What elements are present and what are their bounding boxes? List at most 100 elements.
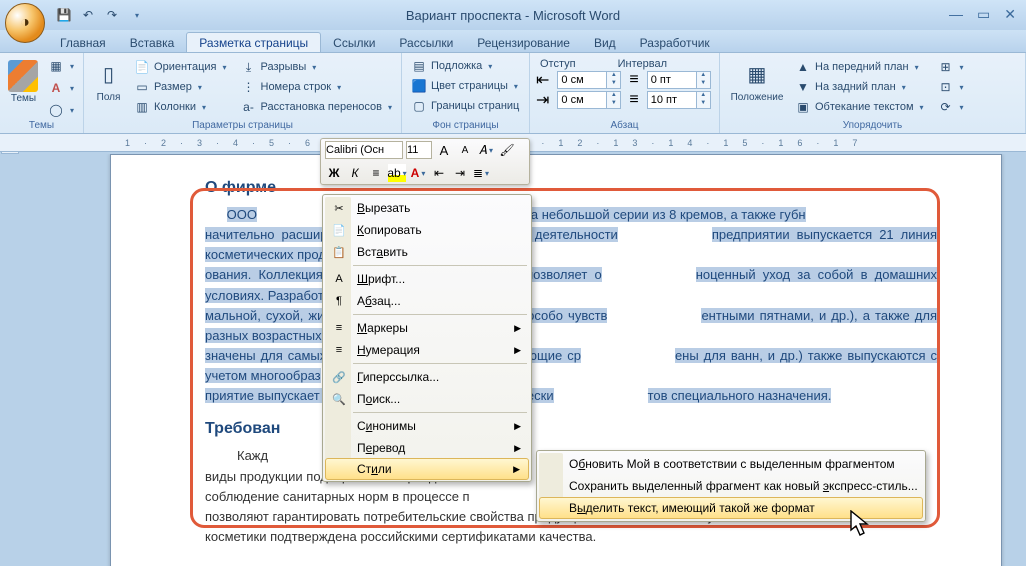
group-label-page-setup: Параметры страницы: [84, 120, 401, 131]
ctx-numbering[interactable]: ≡Нумерация▶: [325, 339, 529, 361]
tab-mailings[interactable]: Рассылки: [387, 33, 465, 52]
tab-review[interactable]: Рецензирование: [465, 33, 582, 52]
line-numbers-icon: ⋮: [241, 79, 257, 95]
spacing-before-input[interactable]: ▲▼: [647, 71, 711, 89]
shrink-font-icon[interactable]: A: [456, 141, 474, 159]
indent-left-input[interactable]: ▲▼: [557, 71, 621, 89]
ctx-search[interactable]: 🔍Поиск...: [325, 388, 529, 410]
ctx-font[interactable]: AШрифт...: [325, 268, 529, 290]
numbering-icon: ≡: [331, 342, 347, 358]
themes-label: Темы: [11, 93, 36, 104]
bring-front-button[interactable]: ▲На передний план: [792, 57, 927, 77]
center-icon[interactable]: ≡: [367, 164, 385, 182]
sub-select-similar[interactable]: Выделить текст, имеющий такой же формат: [539, 497, 923, 519]
effects-icon: ◯: [48, 102, 64, 118]
group-label-page-bg: Фон страницы: [402, 120, 529, 131]
indent-right-input[interactable]: ▲▼: [557, 91, 621, 109]
format-painter-icon[interactable]: 🖌: [498, 141, 516, 159]
ctx-bullets[interactable]: ≡Маркеры▶: [325, 317, 529, 339]
spacing-after-input[interactable]: ▲▼: [647, 91, 711, 109]
ctx-synonyms[interactable]: Синонимы▶: [325, 415, 529, 437]
cut-icon: ✂: [331, 200, 347, 216]
group-label-arrange: Упорядочить: [720, 120, 1025, 131]
grow-font-icon[interactable]: A: [435, 141, 453, 159]
colors-icon: ▦: [48, 58, 64, 74]
ctx-cut[interactable]: ✂Вырезать: [325, 197, 529, 219]
watermark-button[interactable]: ▤Подложка: [408, 56, 523, 76]
rotate-icon: ⟳: [938, 99, 954, 115]
decrease-indent-icon[interactable]: ⇤: [430, 164, 448, 182]
mini-toolbar: A A 𝐴 🖌 Ж К ≡ ab A ⇤ ⇥ ≣: [320, 138, 530, 185]
position-button[interactable]: ▦ Положение: [726, 56, 788, 118]
send-back-button[interactable]: ▼На задний план: [792, 77, 927, 97]
context-menu: ✂Вырезать 📄Копировать 📋Вставить AШрифт..…: [322, 194, 532, 482]
text-wrap-button[interactable]: ▣Обтекание текстом: [792, 97, 927, 117]
spacing-heading: Интервал: [618, 58, 667, 70]
redo-icon[interactable]: ↷: [103, 6, 121, 24]
text-wrap-icon: ▣: [795, 99, 811, 115]
themes-button[interactable]: Темы: [6, 57, 41, 119]
orientation-button[interactable]: 📄Ориентация: [131, 57, 229, 77]
bold-icon[interactable]: Ж: [325, 164, 343, 182]
sub-update-style[interactable]: Обновить Мой в соответствии с выделенным…: [539, 453, 923, 475]
italic-icon[interactable]: К: [346, 164, 364, 182]
maximize-button[interactable]: ▭: [977, 6, 990, 23]
tab-references[interactable]: Ссылки: [321, 33, 387, 52]
bullets-icon: ≡: [331, 320, 347, 336]
tab-view[interactable]: Вид: [582, 33, 628, 52]
hyphenation-button[interactable]: a-Расстановка переносов: [238, 97, 396, 117]
page-borders-button[interactable]: ▢Границы страниц: [408, 96, 523, 116]
office-button[interactable]: ◑: [5, 3, 45, 43]
theme-effects-button[interactable]: ◯: [45, 100, 77, 120]
position-icon: ▦: [742, 60, 772, 90]
margins-label: Поля: [97, 92, 121, 103]
hyphenation-icon: a-: [241, 99, 257, 115]
page-color-icon: 🟦: [411, 78, 427, 94]
rotate-button[interactable]: ⟳: [935, 97, 967, 117]
font-icon: A: [331, 271, 347, 287]
tab-insert[interactable]: Вставка: [118, 33, 187, 52]
columns-button[interactable]: ▥Колонки: [131, 97, 229, 117]
group-icon: ⊡: [938, 79, 954, 95]
ctx-translate[interactable]: Перевод▶: [325, 437, 529, 459]
window-title: Вариант проспекта - Microsoft Word: [406, 8, 620, 23]
theme-fonts-button[interactable]: A: [45, 78, 77, 98]
line-numbers-button[interactable]: ⋮Номера строк: [238, 77, 396, 97]
sub-save-style[interactable]: Сохранить выделенный фрагмент как новый …: [539, 475, 923, 497]
group-button[interactable]: ⊡: [935, 77, 967, 97]
ctx-styles[interactable]: Стили▶: [325, 458, 529, 480]
ctx-copy[interactable]: 📄Копировать: [325, 219, 529, 241]
theme-colors-button[interactable]: ▦: [45, 56, 77, 76]
save-icon[interactable]: 💾: [55, 6, 73, 24]
font-color-icon[interactable]: A: [409, 164, 427, 182]
increase-indent-icon[interactable]: ⇥: [451, 164, 469, 182]
ctx-paragraph[interactable]: ¶Абзац...: [325, 290, 529, 312]
tab-developer[interactable]: Разработчик: [628, 33, 722, 52]
ctx-hyperlink[interactable]: 🔗Гиперссылка...: [325, 366, 529, 388]
tab-page-layout[interactable]: Разметка страницы: [186, 32, 321, 52]
align-button[interactable]: ⊞: [935, 57, 967, 77]
align-icon: ⊞: [938, 59, 954, 75]
bullets-mini-icon[interactable]: ≣: [472, 164, 490, 182]
styles-submenu: Обновить Мой в соответствии с выделенным…: [536, 450, 926, 522]
page-color-button[interactable]: 🟦Цвет страницы: [408, 76, 523, 96]
breaks-button[interactable]: ⤓Разрывы: [238, 57, 396, 77]
tab-home[interactable]: Главная: [48, 33, 118, 52]
minimize-button[interactable]: —: [949, 6, 963, 23]
size-icon: ▭: [134, 79, 150, 95]
bring-front-icon: ▲: [795, 59, 811, 75]
search-icon: 🔍: [331, 391, 347, 407]
margins-button[interactable]: ▯ Поля: [90, 56, 127, 118]
font-family-input[interactable]: [325, 141, 403, 159]
size-button[interactable]: ▭Размер: [131, 77, 229, 97]
paragraph-about: ООО________________________. Начав с вып…: [205, 205, 937, 406]
font-size-input[interactable]: [406, 141, 432, 159]
highlight-icon[interactable]: ab: [388, 164, 406, 182]
watermark-icon: ▤: [411, 58, 427, 74]
position-label: Положение: [731, 92, 784, 103]
qat-customize-icon[interactable]: [127, 6, 145, 24]
close-button[interactable]: ✕: [1004, 6, 1016, 23]
undo-icon[interactable]: ↶: [79, 6, 97, 24]
ctx-paste[interactable]: 📋Вставить: [325, 241, 529, 263]
styles-mini-icon[interactable]: 𝐴: [477, 141, 495, 159]
